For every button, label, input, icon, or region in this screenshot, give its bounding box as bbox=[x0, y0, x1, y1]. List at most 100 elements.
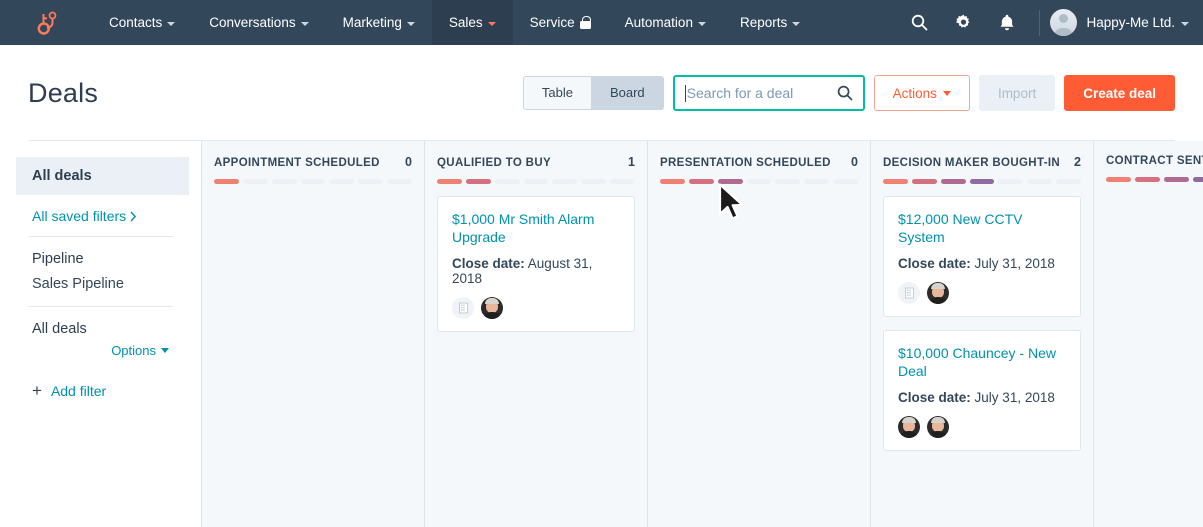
nav-item-sales[interactable]: Sales bbox=[431, 0, 513, 45]
person-avatar[interactable] bbox=[927, 416, 949, 438]
deal-card-title[interactable]: $12,000 New CCTV System bbox=[898, 211, 1066, 246]
chevron-down-icon bbox=[300, 21, 309, 26]
sidebar-pipeline-section: Pipeline Sales Pipeline bbox=[0, 237, 201, 306]
create-deal-button-label: Create deal bbox=[1083, 85, 1156, 101]
column-header-row: QUALIFIED TO BUY 1 bbox=[437, 155, 635, 169]
nav-item-conversations[interactable]: Conversations bbox=[192, 0, 325, 45]
options-label: Options bbox=[111, 343, 156, 358]
header-actions: Table Board Search for a deal Actions Im… bbox=[522, 75, 1175, 111]
column-header-row: PRESENTATION SCHEDULED 0 bbox=[660, 155, 858, 169]
nav-right-section: Happy-Me Ltd. bbox=[897, 0, 1203, 45]
deal-card[interactable]: $1,000 Mr Smith Alarm Upgrade Close date:… bbox=[437, 196, 635, 332]
company-building-icon[interactable] bbox=[898, 282, 920, 304]
sidebar: All deals All saved filters Pipeline Sal… bbox=[0, 141, 201, 527]
view-toggle: Table Board bbox=[522, 76, 664, 110]
column-title: DECISION MAKER BOUGHT-IN bbox=[883, 157, 1061, 169]
board-column-header: QUALIFIED TO BUY 1 bbox=[425, 141, 647, 184]
nav-item-label: Reports bbox=[739, 15, 788, 30]
person-avatar[interactable] bbox=[898, 416, 920, 438]
nav-item-contacts[interactable]: Contacts bbox=[92, 0, 192, 45]
lock-icon bbox=[579, 16, 591, 29]
search-icon bbox=[911, 14, 928, 31]
close-date-label: Close date: bbox=[898, 256, 971, 271]
nav-item-marketing[interactable]: Marketing bbox=[326, 0, 432, 45]
saved-filters-label: All saved filters bbox=[32, 208, 127, 224]
person-avatar[interactable] bbox=[481, 297, 503, 319]
deal-card-title[interactable]: $10,000 Chauncey - New Deal bbox=[898, 345, 1066, 380]
nav-item-label: Conversations bbox=[209, 15, 296, 30]
chevron-down-icon[interactable] bbox=[1181, 21, 1189, 26]
nav-divider bbox=[1039, 9, 1041, 36]
column-cards: $1,000 Mr Smith Alarm Upgrade Close date:… bbox=[425, 184, 647, 344]
search-deal-field[interactable]: Search for a deal bbox=[672, 75, 865, 111]
caret-down-icon bbox=[942, 90, 951, 96]
column-title: QUALIFIED TO BUY bbox=[437, 157, 552, 169]
column-header-row: APPOINTMENT SCHEDULED 0 bbox=[214, 155, 412, 169]
gear-icon bbox=[955, 14, 970, 28]
deals-board: APPOINTMENT SCHEDULED 0 QUALIFIED TO BUY 1 $… bbox=[201, 141, 1203, 527]
deal-card[interactable]: $12,000 New CCTV System Close date: July … bbox=[883, 196, 1081, 317]
search-icon[interactable] bbox=[837, 85, 853, 101]
board-column: APPOINTMENT SCHEDULED 0 bbox=[202, 141, 425, 527]
actions-button[interactable]: Actions bbox=[873, 75, 970, 111]
settings-button[interactable] bbox=[941, 0, 985, 45]
column-deal-count: 0 bbox=[405, 155, 412, 169]
deal-card-avatars bbox=[452, 297, 620, 319]
chevron-right-icon bbox=[130, 211, 137, 221]
nav-item-reports[interactable]: Reports bbox=[723, 0, 817, 45]
hubspot-logo[interactable] bbox=[0, 0, 92, 45]
page-header: Deals Table Board Search for a deal Acti… bbox=[0, 45, 1203, 141]
user-avatar[interactable] bbox=[1050, 9, 1078, 36]
import-button-label: Import bbox=[997, 85, 1037, 101]
pipeline-value[interactable]: Sales Pipeline bbox=[32, 276, 169, 306]
person-avatar[interactable] bbox=[927, 282, 949, 304]
board-column: DECISION MAKER BOUGHT-IN 2 $12,000 New CCT… bbox=[871, 141, 1094, 527]
sidebar-item-all-deals[interactable]: All deals bbox=[16, 157, 189, 195]
nav-item-label: Automation bbox=[624, 15, 693, 30]
create-deal-button[interactable]: Create deal bbox=[1064, 75, 1175, 111]
add-filter-button[interactable]: + Add filter bbox=[0, 358, 201, 399]
page-title: Deals bbox=[28, 77, 99, 108]
nav-item-label: Service bbox=[529, 15, 575, 30]
company-building-icon[interactable] bbox=[452, 297, 474, 319]
deal-card-title[interactable]: $1,000 Mr Smith Alarm Upgrade bbox=[452, 211, 620, 246]
import-button[interactable]: Import bbox=[978, 75, 1056, 111]
account-name-label: Happy-Me Ltd. bbox=[1086, 15, 1175, 30]
column-cards bbox=[648, 184, 870, 208]
column-deal-count: 1 bbox=[628, 155, 635, 169]
chevron-down-icon bbox=[697, 21, 706, 26]
sidebar-filter-section: All deals bbox=[0, 307, 201, 337]
notifications-button[interactable] bbox=[985, 0, 1029, 45]
chevron-down-icon bbox=[792, 21, 801, 26]
add-filter-label: Add filter bbox=[50, 382, 107, 399]
column-title: PRESENTATION SCHEDULED bbox=[660, 157, 831, 169]
filter-label: All deals bbox=[32, 321, 87, 337]
global-search-button[interactable] bbox=[897, 0, 941, 45]
close-date-label: Close date: bbox=[452, 256, 525, 271]
board-column: QUALIFIED TO BUY 1 $1,000 Mr Smith Alarm U… bbox=[425, 141, 648, 527]
nav-item-label: Contacts bbox=[109, 15, 163, 30]
sidebar-options-button[interactable]: Options bbox=[0, 337, 201, 358]
hubspot-sprocket-logo-icon bbox=[37, 11, 57, 35]
pipeline-label: Pipeline bbox=[32, 251, 84, 267]
view-toggle-table[interactable]: Table bbox=[523, 77, 591, 109]
view-toggle-board[interactable]: Board bbox=[590, 77, 663, 109]
board-column-header: DECISION MAKER BOUGHT-IN 2 bbox=[871, 141, 1093, 184]
nav-item-service[interactable]: Service bbox=[513, 0, 608, 45]
column-title: CONTRACT SENT bbox=[1106, 155, 1203, 167]
chevron-down-icon bbox=[406, 21, 415, 26]
deal-card-avatars bbox=[898, 416, 1066, 438]
column-deal-count: 2 bbox=[1074, 155, 1081, 169]
deal-card[interactable]: $10,000 Chauncey - New Deal Close date: J… bbox=[883, 330, 1081, 451]
deal-close-date: Close date: July 31, 2018 bbox=[898, 390, 1066, 405]
deal-card-avatars bbox=[898, 282, 1066, 304]
deal-close-date: Close date: July 31, 2018 bbox=[898, 256, 1066, 271]
page-body: All deals All saved filters Pipeline Sal… bbox=[0, 141, 1203, 527]
column-header-row: DECISION MAKER BOUGHT-IN 2 bbox=[883, 155, 1081, 169]
sidebar-item-all-saved-filters[interactable]: All saved filters bbox=[16, 195, 185, 236]
column-cards bbox=[1094, 182, 1203, 206]
board-column-header: PRESENTATION SCHEDULED 0 bbox=[648, 141, 870, 184]
plus-icon: + bbox=[32, 381, 42, 400]
nav-item-label: Sales bbox=[448, 15, 483, 30]
nav-item-automation[interactable]: Automation bbox=[608, 0, 723, 45]
